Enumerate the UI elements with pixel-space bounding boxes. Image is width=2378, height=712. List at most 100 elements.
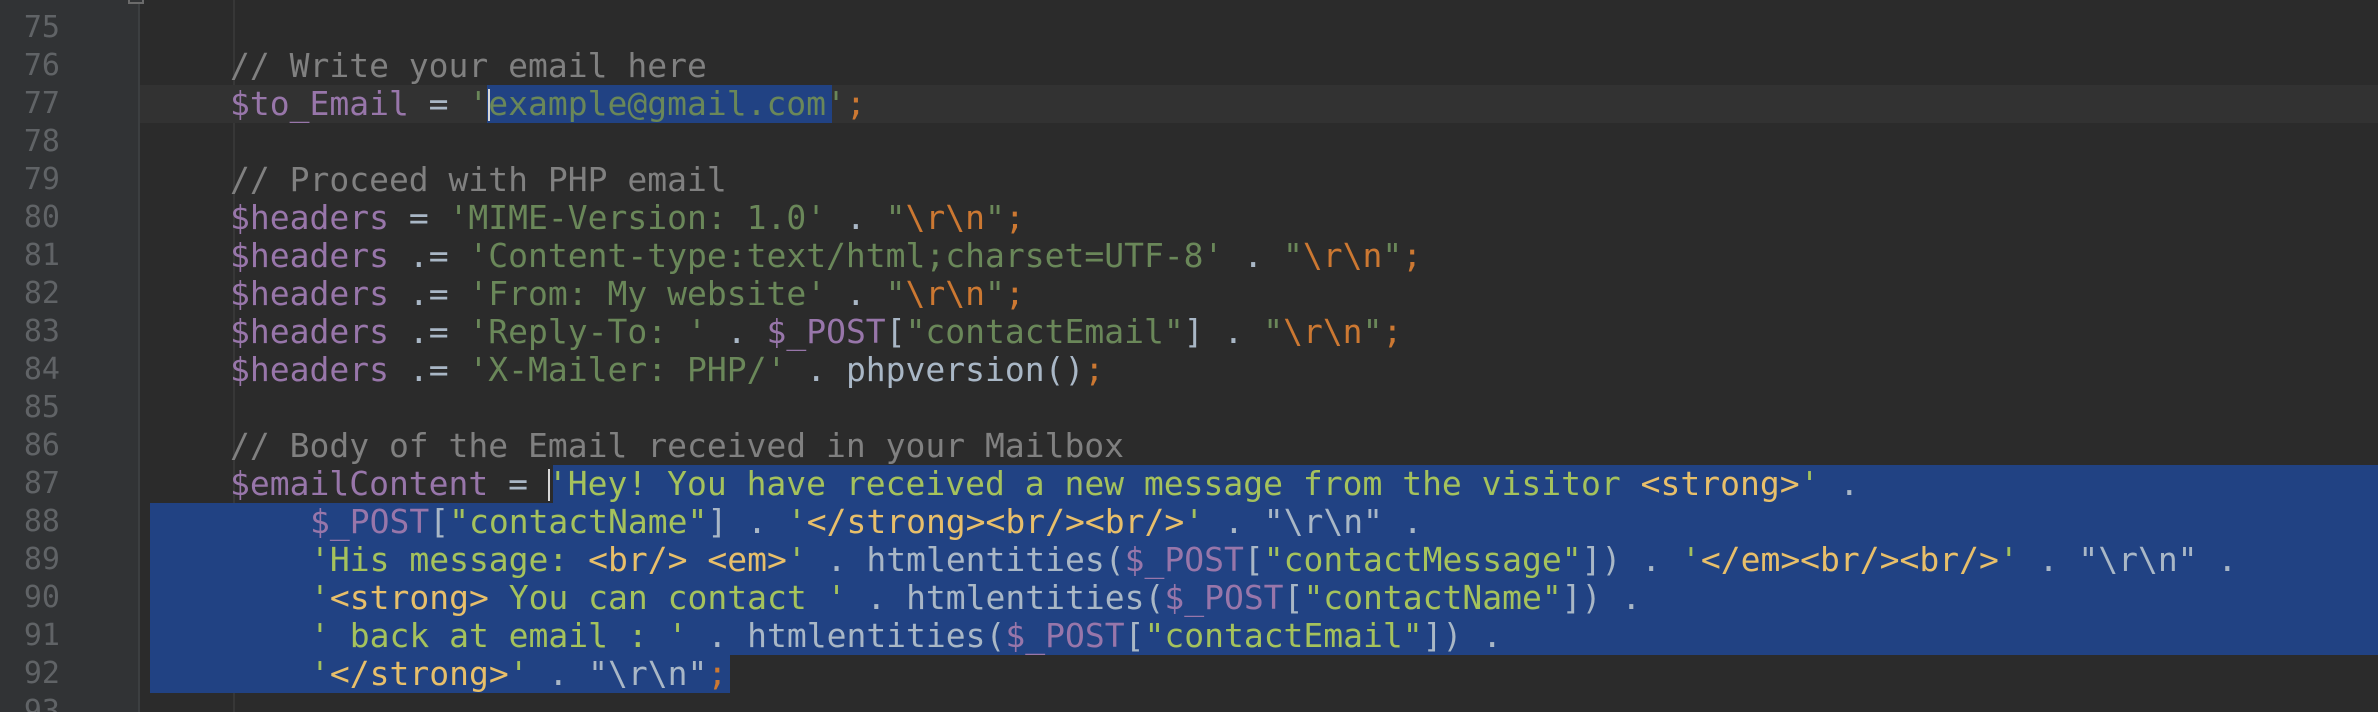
operator: . — [1223, 236, 1284, 275]
string-quote: " — [885, 274, 906, 313]
code-line-89[interactable]: 89 'His message: <br/> <em>' . htmlentit… — [0, 541, 2378, 579]
string-quote: " — [885, 198, 906, 237]
code-text: // Write your email here — [230, 49, 707, 83]
semicolon: ; — [707, 654, 728, 693]
operator: . — [706, 312, 767, 351]
code-line-93[interactable]: 93 — [0, 693, 2378, 712]
array-key: "contactEmail" — [1144, 616, 1423, 655]
bracket: ] — [1183, 312, 1204, 351]
code-line-75[interactable]: 75 — [0, 9, 2378, 47]
code-line-79[interactable]: 79 // Proceed with PHP email — [0, 161, 2378, 199]
line-number: 83 — [23, 314, 60, 349]
array-key: "contactName" — [1303, 578, 1562, 617]
semicolon: ; — [1382, 312, 1403, 351]
semicolon: ; — [1004, 198, 1025, 237]
line-number: 84 — [23, 352, 60, 387]
line-number: 81 — [23, 238, 60, 273]
line-number: 93 — [23, 694, 60, 712]
html-tag: </strong> — [329, 654, 509, 693]
string-quote: ' — [1184, 502, 1205, 541]
string-quote: " — [1362, 312, 1383, 351]
code-line-91[interactable]: 91 ' back at email : ' . htmlentities($_… — [0, 617, 2378, 655]
code-line-76[interactable]: 76 // Write your email here — [0, 47, 2378, 85]
operator: = — [388, 198, 449, 237]
html-tag: </em><br/><br/> — [1700, 540, 1999, 579]
string-quote: ' — [468, 84, 489, 123]
operator: . — [1462, 616, 1503, 655]
comment: // Body of the Email received in your Ma… — [230, 426, 1125, 465]
fold-end-icon[interactable] — [128, 0, 144, 4]
code-line-78[interactable]: 78 — [0, 123, 2378, 161]
superglobal: $_POST — [766, 312, 886, 351]
bracket: [ — [1283, 578, 1304, 617]
code-text: '<strong> You can contact ' . htmlentiti… — [310, 581, 1641, 615]
operator: . — [2197, 540, 2238, 579]
string-quote: " — [985, 198, 1005, 237]
variable: $headers — [230, 274, 389, 313]
line-number: 85 — [23, 390, 60, 425]
operator: . — [826, 274, 886, 313]
function-call: htmlentities( — [906, 578, 1165, 617]
line-number: 89 — [23, 542, 60, 577]
escape-string: "\r\n" — [2078, 540, 2198, 579]
variable: $to_Email — [230, 84, 409, 123]
string-quote: " — [1283, 236, 1303, 275]
code-text: $to_Email = 'example@gmail.com'; — [230, 87, 866, 121]
html-tag: <br/> — [588, 540, 688, 579]
operator: . — [1203, 312, 1264, 351]
line-number: 90 — [23, 580, 60, 615]
string-quote: ' — [310, 654, 330, 693]
code-line-88[interactable]: 88 $_POST["contactName"] . '</strong><br… — [0, 503, 2378, 541]
operator: . — [786, 350, 846, 389]
code-line-85[interactable]: 85 — [0, 389, 2378, 427]
code-line-80[interactable]: 80 $headers = 'MIME-Version: 1.0' . "\r\… — [0, 199, 2378, 237]
operator: . — [687, 616, 748, 655]
string-quote: ' — [826, 84, 846, 123]
code-line-83[interactable]: 83 $headers .= 'Reply-To: ' . $_POST["co… — [0, 313, 2378, 351]
escape-sequence: \r\n — [1302, 236, 1383, 275]
string: 'X-Mailer: PHP/' — [468, 350, 787, 389]
code-line-87[interactable]: 87 $emailContent = 'Hey! You have receiv… — [0, 465, 2378, 503]
string: 'Content-type:text/html;charset=UTF-8' — [468, 236, 1224, 275]
line-number: 87 — [23, 466, 60, 501]
code-line-81[interactable]: 81 $headers .= 'Content-type:text/html;c… — [0, 237, 2378, 275]
operator: . — [2018, 540, 2079, 579]
operator: .= — [388, 350, 469, 389]
code-line-86[interactable]: 86 // Body of the Email received in your… — [0, 427, 2378, 465]
variable: $headers — [230, 198, 389, 237]
bracket: ]) — [1581, 540, 1622, 579]
string — [688, 540, 708, 579]
operator: . — [1819, 464, 1860, 503]
superglobal: $_POST — [1124, 540, 1244, 579]
code-line-84[interactable]: 84 $headers .= 'X-Mailer: PHP/' . phpver… — [0, 351, 2378, 389]
code-line-90[interactable]: 90 '<strong> You can contact ' . htmlent… — [0, 579, 2378, 617]
function-call: phpversion() — [845, 350, 1085, 389]
array-key: "contactEmail" — [905, 312, 1184, 351]
string-quote: ' — [1799, 464, 1820, 503]
code-line-82[interactable]: 82 $headers .= 'From: My website' . "\r\… — [0, 275, 2378, 313]
line-number: 77 — [23, 86, 60, 121]
code-editor[interactable]: 75 76 // Write your email here 77 $to_Em… — [0, 0, 2378, 712]
string-quote: " — [1382, 236, 1403, 275]
code-text: $_POST["contactName"] . '</strong><br/><… — [310, 505, 1423, 539]
string-quote: ' — [310, 578, 330, 617]
code-text: 'His message: <br/> <em>' . htmlentities… — [310, 543, 2237, 577]
escape-sequence: \r\n — [905, 274, 986, 313]
operator: . — [1382, 502, 1423, 541]
operator: = — [488, 464, 548, 503]
selected-email-string[interactable]: example@gmail.com — [488, 84, 826, 123]
operator: .= — [388, 274, 469, 313]
code-text: $headers .= 'Reply-To: ' . $_POST["conta… — [230, 315, 1402, 349]
code-text: $headers .= 'Content-type:text/html;char… — [230, 239, 1422, 273]
code-text: $headers .= 'X-Mailer: PHP/' . phpversio… — [230, 353, 1104, 387]
line-number: 86 — [23, 428, 60, 463]
function-call: htmlentities( — [866, 540, 1125, 579]
operator: .= — [388, 236, 469, 275]
bracket: ] — [707, 502, 728, 541]
code-line-77[interactable]: 77 $to_Email = 'example@gmail.com'; — [0, 85, 2378, 123]
variable: $headers — [230, 312, 389, 351]
code-text: // Body of the Email received in your Ma… — [230, 429, 1124, 463]
code-text: // Proceed with PHP email — [230, 163, 727, 197]
code-line-92[interactable]: 92 '</strong>' . "\r\n"; — [0, 655, 2378, 693]
string-quote: ' — [1680, 540, 1701, 579]
